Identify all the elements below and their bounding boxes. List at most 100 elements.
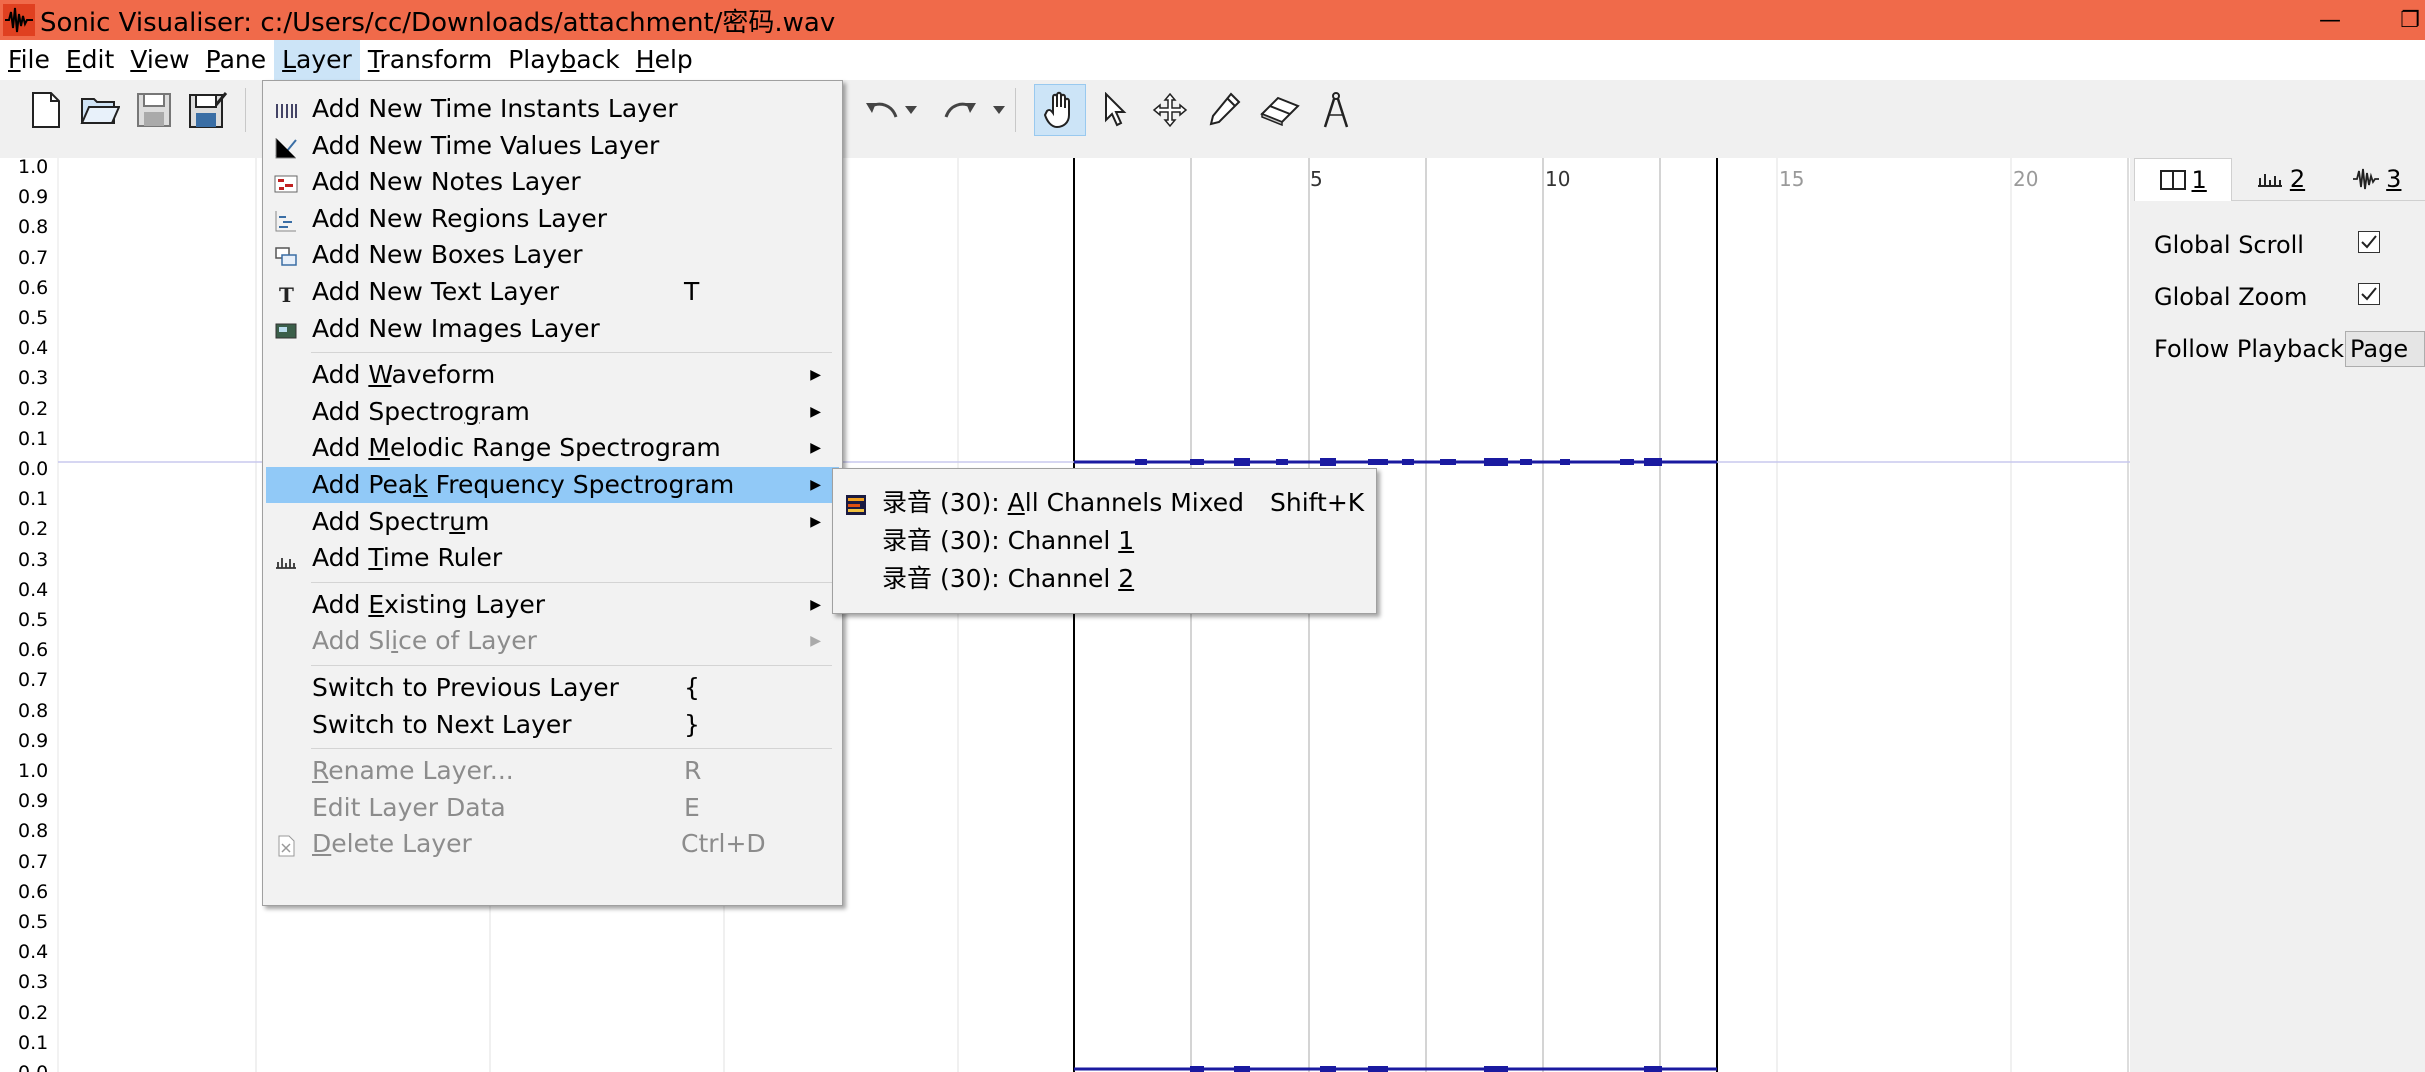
menu-item-add-new-text-layer[interactable]: T Add New Text Layer T xyxy=(266,274,839,310)
label-post: ack xyxy=(576,45,620,74)
menu-layer[interactable]: Layer xyxy=(274,40,360,80)
minimize-button[interactable]: — xyxy=(2300,0,2360,40)
erase-icon[interactable] xyxy=(1254,84,1306,136)
menu-help[interactable]: Help xyxy=(628,40,701,80)
menu-item-add-new-images-layer[interactable]: Add New Images Layer xyxy=(266,311,839,347)
submenu-arrow-icon: ▶ xyxy=(810,477,821,493)
menu-item-add-time-ruler[interactable]: Add Time Ruler xyxy=(266,540,839,576)
tab-pane-3[interactable]: 3 xyxy=(2328,158,2425,201)
menu-transform[interactable]: Transform xyxy=(360,40,500,80)
menu-item-label: Add New Text Layer xyxy=(312,274,559,310)
submenu-item-label: 录音 (30): All Channels Mixed xyxy=(882,485,1244,521)
label-mnemonic: L xyxy=(282,45,297,74)
label-text: Add New Regions Layer xyxy=(312,203,608,233)
menu-item-add-new-notes-layer[interactable]: Add New Notes Layer xyxy=(266,164,839,200)
navigate-hand-icon[interactable] xyxy=(1034,84,1086,136)
menu-playback[interactable]: Playback xyxy=(500,40,628,80)
menu-separator xyxy=(311,748,832,750)
tab-pane-2[interactable]: 2 xyxy=(2232,158,2329,201)
tab-label: 3 xyxy=(2386,165,2402,193)
submenu-item-shortcut: Shift+K xyxy=(1270,488,1365,517)
label-mnemonic: T xyxy=(368,543,383,573)
redo-dropdown-icon[interactable] xyxy=(984,84,1014,136)
y-axis-label: 0.8 xyxy=(18,820,49,843)
move-icon[interactable] xyxy=(1144,84,1196,136)
menu-view[interactable]: View xyxy=(122,40,197,80)
menu-file[interactable]: File xyxy=(0,40,58,80)
y-axis-label: 0.5 xyxy=(18,609,49,631)
tab-pane-1[interactable]: 1 xyxy=(2134,158,2233,201)
menu-item-label: Rename Layer... xyxy=(312,753,514,789)
save-as-icon[interactable] xyxy=(182,84,234,136)
label-pre: 录音 (30): xyxy=(882,488,1008,517)
menu-item-add-new-time-instants-layer[interactable]: Add New Time Instants Layer xyxy=(266,91,839,127)
y-axis-label: 0.4 xyxy=(18,578,49,601)
label-post: ile xyxy=(20,45,50,74)
label-mnemonic: A xyxy=(1007,488,1025,517)
label-mnemonic: E xyxy=(65,45,82,74)
measure-compass-icon[interactable] xyxy=(1310,84,1362,136)
menu-item-add-peak-frequency-spectrogram[interactable]: Add Peak Frequency Spectrogram ▶ xyxy=(266,467,839,503)
maximize-button[interactable]: ❐ xyxy=(2380,0,2425,40)
y-axis-label: 0.5 xyxy=(18,911,49,933)
label-mnemonic: E xyxy=(368,589,385,619)
label-post: iew xyxy=(146,45,190,74)
menu-item-label: Add Waveform xyxy=(312,357,495,393)
menu-edit[interactable]: Edit xyxy=(58,40,122,80)
menu-separator xyxy=(311,352,832,354)
title-bar: Sonic Visualiser: c:/Users/cc/Downloads/… xyxy=(0,0,2425,40)
label-post: elete Layer xyxy=(331,829,472,859)
menu-item-switch-to-previous-layer[interactable]: Switch to Previous Layer { xyxy=(266,670,839,706)
menu-item-label: Add Slice of Layer xyxy=(312,623,537,659)
global-scroll-checkbox[interactable] xyxy=(2358,231,2380,253)
menu-item-label: Delete Layer xyxy=(312,826,472,862)
label-text: Edit Layer Data xyxy=(312,792,506,822)
select-arrow-icon[interactable] xyxy=(1088,84,1140,136)
y-axis-label: 0.2 xyxy=(18,397,49,420)
menu-item-add-melodic-range-spectrogram[interactable]: Add Melodic Range Spectrogram ▶ xyxy=(266,430,839,466)
menu-item-add-new-boxes-layer[interactable]: Add New Boxes Layer xyxy=(266,237,839,273)
y-axis-label: 1.0 xyxy=(18,158,49,178)
label-text: Switch to Next Layer xyxy=(312,709,572,739)
label-mnemonic: M xyxy=(368,433,390,463)
submenu-item-2[interactable]: 录音 (30): Channel 1 xyxy=(836,523,1373,559)
submenu-arrow-icon: ▶ xyxy=(810,596,821,613)
y-axis-label: 0.5 xyxy=(18,307,49,329)
menu-item-label: Add New Notes Layer xyxy=(312,164,581,200)
menu-item-add-new-regions-layer[interactable]: Add New Regions Layer xyxy=(266,201,839,237)
redo-icon[interactable] xyxy=(934,84,986,136)
tab-label: 1 xyxy=(2191,166,2207,194)
undo-dropdown-icon[interactable] xyxy=(896,84,926,136)
save-icon[interactable] xyxy=(128,84,180,136)
submenu-item-1[interactable]: 录音 (30): All Channels Mixed Shift+K xyxy=(836,485,1373,521)
menu-item-label: Add New Boxes Layer xyxy=(312,237,583,273)
submenu-item-3[interactable]: 录音 (30): Channel 2 xyxy=(836,561,1373,597)
label-post: ayer xyxy=(296,45,352,74)
global-scroll-label: Global Scroll xyxy=(2154,231,2304,259)
menu-item-add-spectrogram[interactable]: Add Spectrogram ▶ xyxy=(266,394,839,430)
label-text: Add New Text Layer xyxy=(312,277,560,306)
y-axis-label: 0.7 xyxy=(18,246,49,269)
menu-item-label: Add New Images Layer xyxy=(312,311,600,347)
menu-item-add-existing-layer[interactable]: Add Existing Layer ▶ xyxy=(266,587,839,623)
draw-pencil-icon[interactable] xyxy=(1198,84,1250,136)
label-pre: Add Sl xyxy=(312,626,392,656)
menu-item-add-new-time-values-layer[interactable]: Add New Time Values Layer xyxy=(266,128,839,164)
submenu-item-label: 录音 (30): Channel 1 xyxy=(882,523,1134,559)
label-mnemonic: u xyxy=(449,506,466,536)
checkmark-icon xyxy=(2361,235,2377,249)
global-zoom-checkbox[interactable] xyxy=(2358,283,2380,305)
menu-item-add-waveform[interactable]: Add Waveform ▶ xyxy=(266,357,839,393)
menu-item-rename-layer: Rename Layer... R xyxy=(266,753,839,789)
open-file-icon[interactable] xyxy=(74,84,126,136)
label-post: m xyxy=(465,506,490,536)
menu-pane[interactable]: Pane xyxy=(198,40,275,80)
follow-playback-select[interactable]: Page xyxy=(2345,331,2425,367)
menu-item-switch-to-next-layer[interactable]: Switch to Next Layer} xyxy=(266,707,839,743)
properties-panel: 1 2 3 Global Scroll Global Zoom Follow P… xyxy=(2130,158,2425,1072)
menu-item-add-spectrum[interactable]: Add Spectrum ▶ xyxy=(266,504,839,540)
menu-item-shortcut: R xyxy=(684,756,702,786)
label-pre: Add Pea xyxy=(312,470,414,499)
menu-item-label: Add New Time Instants Layer xyxy=(312,91,678,127)
new-file-icon[interactable] xyxy=(20,84,72,136)
